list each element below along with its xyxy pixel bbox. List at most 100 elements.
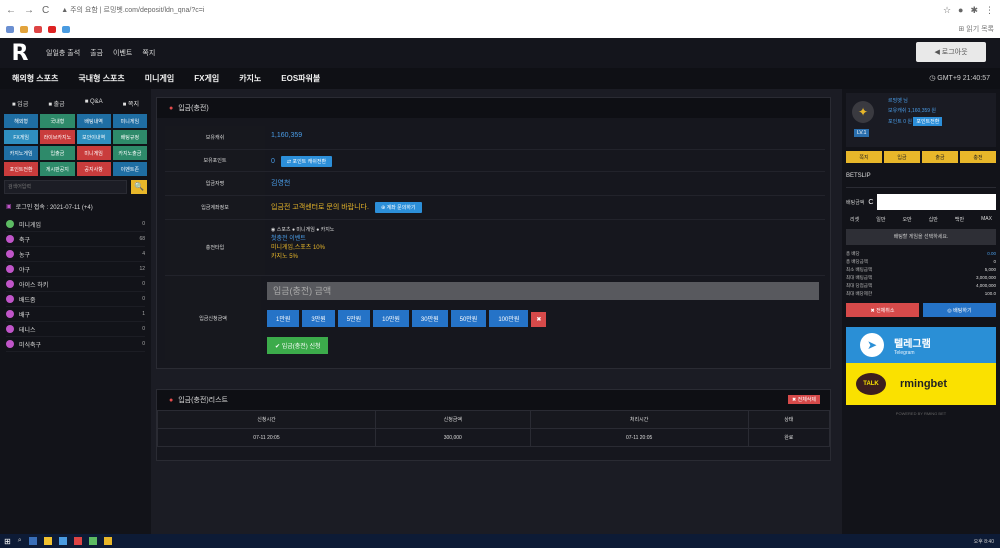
bookmark-icon[interactable] (20, 25, 28, 33)
chip-reset[interactable]: 리셋 (850, 216, 859, 223)
reading-list[interactable]: ⊞ 읽기 목록 (958, 24, 994, 34)
menu-grid-button[interactable]: 이벤트존 (112, 162, 147, 176)
quick-withdraw[interactable]: 출금 (922, 151, 958, 163)
menu-grid-button[interactable]: FX게임 (4, 130, 39, 144)
menu-grid-button[interactable]: 보안이내역 (76, 130, 111, 144)
convert-points-button[interactable]: ⇄ 포인트 캐쉬전환 (280, 156, 333, 167)
site-logo[interactable]: R (0, 41, 40, 66)
taskbar-app-icon[interactable] (88, 537, 97, 545)
top-link-attendance[interactable]: 일일충 출석 (46, 48, 80, 58)
quick-charge[interactable]: 충전 (960, 151, 996, 163)
menu-grid-button[interactable]: 배팅내역 (76, 114, 111, 128)
menu-grid-button[interactable]: 배팅규정 (112, 130, 147, 144)
deposit-submit-button[interactable]: ✔ 입금(충전) 신청 (267, 337, 329, 354)
menu-grid-button[interactable]: 해외형 (4, 114, 39, 128)
apps-icon[interactable] (6, 25, 14, 33)
top-link-messages[interactable]: 쪽지 (142, 48, 155, 58)
menu-grid-button[interactable]: 미니게임 (76, 146, 111, 160)
place-bet-button[interactable]: ◎ 배팅하기 (923, 303, 996, 317)
tab-deposit[interactable]: ■ 입금 (12, 99, 28, 108)
windows-start-icon[interactable]: ⊞ (4, 537, 11, 546)
menu-grid-button[interactable]: 카지노게임 (4, 146, 39, 160)
menu-grid-button[interactable]: 포인트전환 (4, 162, 39, 176)
sport-item[interactable]: 야구 12 (6, 262, 145, 277)
search-icon[interactable]: 🔍 (131, 180, 147, 194)
menu-grid-button[interactable]: 공지사항 (76, 162, 111, 176)
nav-fx-game[interactable]: FX게임 (194, 73, 219, 84)
point-convert-button[interactable]: 포인트전환 (913, 117, 943, 126)
bet-amount-input[interactable] (877, 194, 996, 210)
maps-icon[interactable] (62, 25, 70, 33)
telegram-banner[interactable]: ➤ 텔레그램 Telegram (846, 327, 996, 363)
sport-item[interactable]: 미식축구 0 (6, 337, 145, 352)
nav-eos-powerball[interactable]: EOS파워볼 (281, 73, 320, 84)
address-bar[interactable]: ▲ 주의 요함 | 르밍벳.com/deposit/ldn_qna/?c=i (61, 5, 935, 15)
sport-item[interactable]: 농구 4 (6, 247, 145, 262)
reload-icon[interactable]: C (42, 5, 49, 16)
youtube-icon[interactable] (48, 25, 56, 33)
menu-icon[interactable]: ⋮ (985, 5, 994, 16)
radio-casino[interactable]: ● 카지노 (316, 227, 334, 233)
cancel-all-button[interactable]: ✖ 전체취소 (846, 303, 919, 317)
nav-overseas-sports[interactable]: 해외형 스포츠 (12, 73, 58, 84)
reset-button[interactable]: C (868, 199, 873, 206)
taskbar-app-icon[interactable] (103, 537, 112, 545)
tab-qna[interactable]: ■ Q&A (85, 99, 103, 108)
sport-item[interactable]: 축구 68 (6, 232, 145, 247)
quick-messages[interactable]: 쪽지 (846, 151, 882, 163)
taskbar-app-icon[interactable] (28, 537, 37, 545)
account-inquiry-button[interactable]: ⊕ 계좌 문의하기 (374, 202, 422, 213)
menu-grid-button[interactable]: 국내형 (40, 114, 75, 128)
amount-input[interactable]: 입금(충전) 금액 (267, 282, 819, 300)
menu-grid-button[interactable]: 미니게임 (112, 114, 147, 128)
nav-domestic-sports[interactable]: 국내형 스포츠 (78, 73, 124, 84)
amount-button[interactable]: 50만원 (450, 310, 487, 327)
star-icon[interactable]: ☆ (943, 5, 951, 16)
nav-minigame[interactable]: 미니게임 (145, 73, 174, 84)
sport-item[interactable]: 테니스 0 (6, 322, 145, 337)
taskbar-app-icon[interactable] (43, 537, 52, 545)
top-link-event[interactable]: 이벤트 (113, 48, 132, 58)
quick-deposit[interactable]: 입금 (884, 151, 920, 163)
amount-button[interactable]: 10만원 (373, 310, 409, 327)
sport-item[interactable]: 미니게임 0 (6, 217, 145, 232)
amount-button[interactable]: 30만원 (411, 310, 448, 327)
chip-1m[interactable]: 백만 (955, 216, 964, 223)
radio-sports[interactable]: ◉ 스포츠 (271, 227, 291, 233)
tab-withdraw[interactable]: ■ 출금 (48, 99, 64, 108)
delete-all-button[interactable]: ✖ 전체삭제 (788, 395, 820, 404)
gmail-icon[interactable] (34, 25, 42, 33)
chip-max[interactable]: MAX (981, 216, 992, 223)
bet-summary-row: 최대 배당제한 100.0 (846, 291, 996, 299)
chip-10k[interactable]: 일만 (876, 216, 885, 223)
menu-grid-button[interactable]: 카지노출금 (112, 146, 147, 160)
amount-button[interactable]: 3만원 (302, 310, 335, 327)
amount-button[interactable]: 5만원 (337, 310, 371, 327)
logout-button[interactable]: ◀ 로그아웃 (916, 42, 986, 62)
kakaotalk-banner[interactable]: TALK rmingbet (846, 363, 996, 405)
chip-50k[interactable]: 오만 (902, 216, 911, 223)
menu-grid-button[interactable]: 라이브카지노 (40, 130, 75, 144)
radio-minigame[interactable]: ● 미니게임 (292, 227, 315, 233)
puzzle-icon[interactable]: ✱ (970, 5, 978, 16)
top-link-withdraw[interactable]: 출금 (90, 48, 103, 58)
search-taskbar-icon[interactable]: ⌕ (18, 537, 22, 545)
menu-grid-button[interactable]: 게시판공지 (40, 162, 75, 176)
nav-casino[interactable]: 카지노 (239, 73, 261, 84)
forward-icon[interactable]: → (24, 5, 34, 16)
search-input[interactable]: 검색어입력 (4, 180, 127, 194)
chip-100k[interactable]: 십만 (929, 216, 938, 223)
amount-clear-button[interactable]: ✖ (531, 312, 547, 327)
sport-item[interactable]: 배드줌 0 (6, 292, 145, 307)
extension-icon[interactable]: ● (958, 5, 963, 16)
tab-messages-label: 쪽지 (127, 102, 139, 108)
sport-item[interactable]: 아이스 하키 0 (6, 277, 145, 292)
amount-button[interactable]: 100만원 (489, 310, 529, 327)
menu-grid-button[interactable]: 입출금 (40, 146, 75, 160)
amount-button[interactable]: 1만원 (267, 310, 300, 327)
taskbar-app-icon[interactable] (73, 537, 82, 545)
tab-messages[interactable]: ■ 쪽지 (123, 99, 139, 108)
back-icon[interactable]: ← (6, 5, 16, 16)
sport-item[interactable]: 배구 1 (6, 307, 145, 322)
taskbar-app-icon[interactable] (58, 537, 67, 545)
